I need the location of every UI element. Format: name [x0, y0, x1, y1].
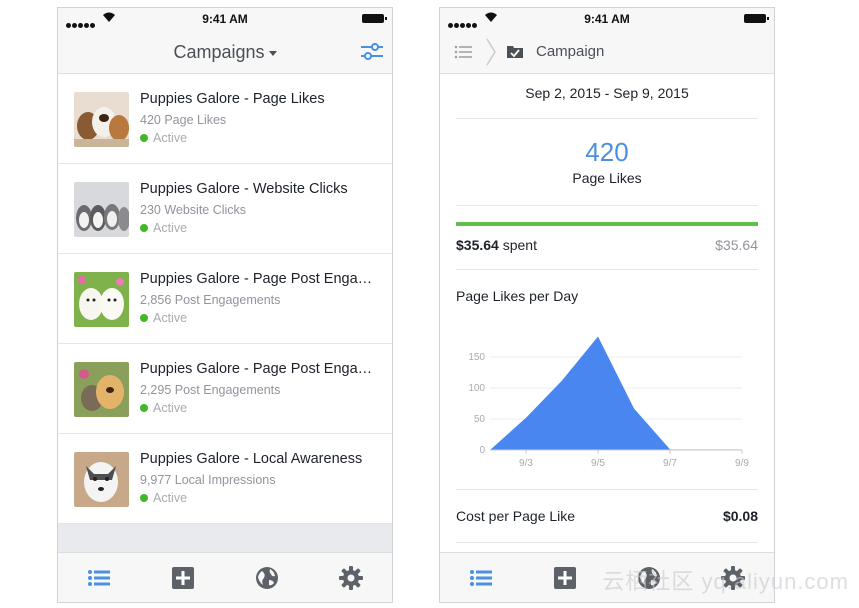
campaigns-screen: 9:41 AM Campaigns Puppies Galore - Page … [57, 7, 393, 603]
campaign-row[interactable]: Puppies Galore - Page Post Engagement 2,… [58, 254, 392, 344]
campaign-result: 2,856 Post Engagements [140, 293, 281, 307]
active-dot-icon [140, 224, 148, 232]
battery-icon [362, 14, 387, 23]
status-bar: 9:41 AM [440, 8, 774, 30]
campaign-thumbnail [74, 272, 129, 327]
x-tick-label: 9/9 [735, 458, 749, 469]
filter-icon[interactable] [360, 42, 384, 62]
divider [456, 205, 758, 206]
active-dot-icon [140, 494, 148, 502]
status-time: 9:41 AM [202, 12, 248, 26]
campaign-result: 9,977 Local Impressions [140, 473, 276, 487]
globe-icon[interactable] [254, 565, 280, 591]
nav-bar: Campaigns [58, 30, 392, 74]
divider [456, 118, 758, 119]
campaign-thumbnail [74, 92, 129, 147]
watermark: 云栖社区 yq.aliyun.com [602, 569, 849, 594]
campaign-result: 420 Page Likes [140, 113, 227, 127]
gear-icon[interactable] [338, 565, 364, 591]
divider [456, 269, 758, 270]
campaign-folder-icon [507, 46, 523, 58]
campaign-name: Puppies Galore - Local Awareness [140, 451, 363, 467]
chevron-right-icon [486, 38, 496, 66]
list-empty-area [58, 524, 392, 552]
budget-amount: $35.64 [715, 237, 758, 253]
status-badge: Active [140, 221, 187, 235]
x-tick-label: 9/5 [591, 458, 605, 469]
active-dot-icon [140, 134, 148, 142]
tab-bar [58, 552, 392, 602]
breadcrumb-title[interactable]: Campaign [536, 43, 604, 60]
chart-title: Page Likes per Day [456, 288, 579, 304]
campaign-thumbnail [74, 362, 129, 417]
add-icon[interactable] [552, 565, 578, 591]
campaign-name: Puppies Galore - Website Clicks [140, 181, 348, 197]
x-tick-label: 9/3 [519, 458, 533, 469]
campaign-row[interactable]: Puppies Galore - Website Clicks 230 Webs… [58, 164, 392, 254]
status-badge: Active [140, 311, 187, 325]
result-label: Page Likes [572, 170, 642, 186]
campaign-name: Puppies Galore - Page Post Engagement [140, 271, 380, 287]
status-time: 9:41 AM [584, 12, 630, 26]
campaigns-title-dropdown[interactable]: Campaigns [58, 42, 392, 63]
campaign-name: Puppies Galore - Page Post Engagement [140, 361, 380, 377]
campaign-name: Puppies Galore - Page Likes [140, 91, 325, 107]
campaign-result: 2,295 Post Engagements [140, 383, 281, 397]
page-likes-chart: 0 50 100 150 9/3 9/5 9/7 9/9 [468, 336, 749, 469]
series-area [490, 336, 742, 450]
campaign-detail-screen: 9:41 AM Campaign Sep 2, 2015 - Sep 9, 20… [439, 7, 775, 603]
campaign-row[interactable]: Puppies Galore - Page Post Engagement 2,… [58, 344, 392, 434]
active-dot-icon [140, 404, 148, 412]
date-range[interactable]: Sep 2, 2015 - Sep 9, 2015 [440, 85, 774, 101]
x-tick-label: 9/7 [663, 458, 677, 469]
campaign-thumbnail [74, 452, 129, 507]
list-icon[interactable] [454, 45, 472, 59]
y-tick-label: 100 [468, 383, 485, 394]
status-badge: Active [140, 491, 187, 505]
campaign-thumbnail [74, 182, 129, 237]
result-value: 420 [585, 137, 629, 167]
list-icon[interactable] [86, 565, 112, 591]
cost-per-result-label: Cost per Page Like [456, 508, 576, 524]
y-tick-label: 0 [479, 445, 485, 456]
budget-progress-bar [456, 222, 758, 226]
campaign-result: 230 Website Clicks [140, 203, 247, 217]
amount-spent: $35.64 spent [456, 237, 537, 253]
battery-icon [744, 14, 769, 23]
page-title: Campaigns [173, 42, 265, 62]
status-badge: Active [140, 401, 187, 415]
status-badge: Active [140, 131, 187, 145]
campaign-row[interactable]: Puppies Galore - Local Awareness 9,977 L… [58, 434, 392, 524]
caret-down-icon [268, 50, 277, 56]
breadcrumb: Campaign [440, 30, 774, 74]
add-icon[interactable] [170, 565, 196, 591]
active-dot-icon [140, 314, 148, 322]
cost-per-result-value: $0.08 [722, 508, 758, 524]
y-tick-label: 50 [474, 414, 486, 425]
campaign-row[interactable]: Puppies Galore - Page Likes 420 Page Lik… [58, 74, 392, 164]
divider [456, 489, 758, 490]
y-tick-label: 150 [468, 352, 485, 363]
list-icon[interactable] [468, 565, 494, 591]
divider [456, 542, 758, 543]
status-bar: 9:41 AM [58, 8, 392, 30]
